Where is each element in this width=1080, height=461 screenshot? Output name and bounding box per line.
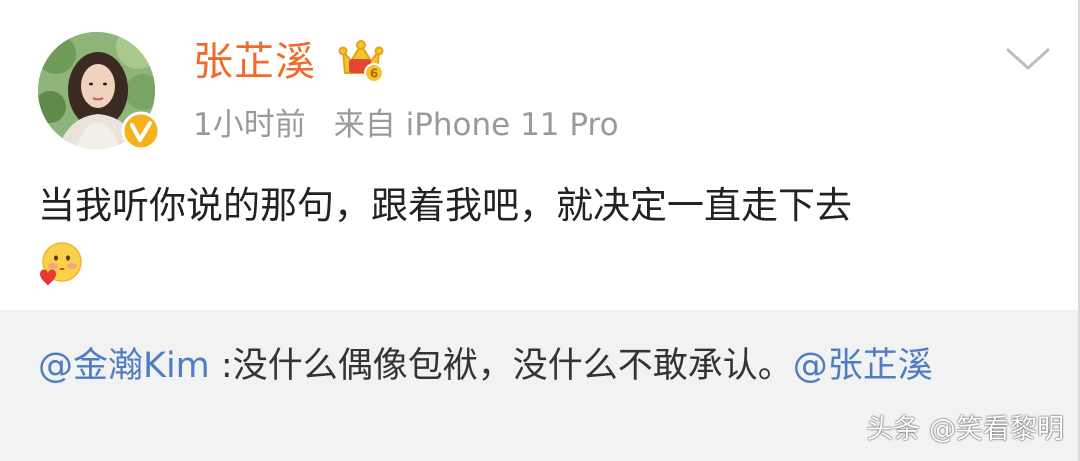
mention-link[interactable]: @金瀚Kim xyxy=(38,346,210,386)
watermark: 头条 @笑看黎明 xyxy=(866,414,1064,445)
post-source: 来自 iPhone 11 Pro xyxy=(333,107,619,143)
author-name[interactable]: 张芷溪 xyxy=(193,36,316,88)
shy-kiss-emoji-icon xyxy=(40,242,82,286)
verified-v-icon xyxy=(121,111,161,151)
weibo-post-card: 张芷溪 6 1小时前 来自 iPhone 11 Pro 当我听你说的那句，跟着我吧… xyxy=(0,0,1080,310)
mention-link-tail[interactable]: @张芷溪 xyxy=(793,346,933,386)
avatar[interactable] xyxy=(38,32,161,151)
post-meta: 1小时前 来自 iPhone 11 Pro xyxy=(193,104,619,146)
crown-member-icon[interactable]: 6 xyxy=(337,37,385,83)
repost-text: @金瀚Kim :没什么偶像包袱，没什么不敢承认。@张芷溪 xyxy=(38,340,1028,392)
post-text: 当我听你说的那句，跟着我吧，就决定一直走下去 xyxy=(38,184,852,227)
chevron-down-icon[interactable] xyxy=(1004,42,1052,76)
member-level-text: 6 xyxy=(370,67,378,81)
repost-section[interactable]: @金瀚Kim :没什么偶像包袱，没什么不敢承认。@张芷溪 头条 @笑看黎明 xyxy=(0,310,1080,461)
repost-body: :没什么偶像包袱，没什么不敢承认。 xyxy=(209,346,793,386)
post-time: 1小时前 xyxy=(193,107,306,143)
